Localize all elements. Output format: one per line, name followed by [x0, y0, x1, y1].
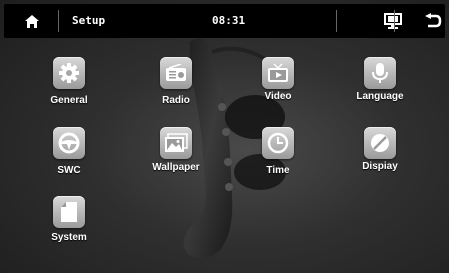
system-tile[interactable]: [53, 196, 85, 228]
back-button[interactable]: [420, 9, 446, 33]
home-button[interactable]: [12, 9, 52, 33]
general-tile[interactable]: [53, 57, 85, 89]
app-video[interactable]: Video: [238, 57, 318, 119]
clock: 08:31: [212, 14, 246, 27]
separator: [336, 10, 337, 32]
home-icon: [25, 14, 39, 28]
time-tile[interactable]: [262, 127, 294, 159]
swc-tile[interactable]: [53, 127, 85, 159]
app-display[interactable]: Dispiay: [340, 127, 420, 189]
app-wallpaper[interactable]: Wallpaper: [136, 127, 216, 189]
separator: [394, 10, 395, 32]
language-tile[interactable]: [364, 57, 396, 89]
screen-icon: [384, 13, 402, 29]
app-label: System: [51, 232, 87, 243]
app-swc[interactable]: SWC: [29, 127, 109, 189]
app-label: Language: [356, 91, 404, 102]
steering-wheel-icon: [58, 132, 80, 154]
app-label: Video: [264, 91, 292, 102]
app-label: Dispiay: [362, 161, 398, 172]
app-system[interactable]: System: [29, 196, 109, 258]
app-label: General: [50, 95, 88, 106]
screen-button[interactable]: [380, 9, 406, 33]
video-tile[interactable]: [262, 57, 294, 89]
app-label: Radio: [162, 95, 190, 106]
document-icon: [61, 202, 77, 222]
wallpaper-tile[interactable]: [160, 127, 192, 159]
clock-icon: [267, 132, 289, 154]
page-title: Setup: [72, 14, 106, 27]
radio-icon: [166, 64, 186, 81]
gear-icon: [59, 63, 79, 83]
display-tile[interactable]: [364, 127, 396, 159]
display-icon: [371, 134, 389, 152]
app-time[interactable]: Time: [238, 127, 318, 189]
app-language[interactable]: Language: [340, 57, 420, 119]
app-general[interactable]: General: [29, 57, 109, 119]
picture-icon: [165, 133, 188, 152]
microphone-icon: [372, 63, 388, 83]
radio-tile[interactable]: [160, 57, 192, 89]
app-label: SWC: [57, 165, 81, 176]
top-bar: Setup 08:31: [4, 4, 445, 38]
back-icon: [425, 13, 442, 28]
app-radio[interactable]: Radio: [136, 57, 216, 119]
app-label: Time: [266, 165, 290, 176]
app-label: Wallpaper: [152, 162, 200, 173]
separator: [58, 10, 59, 32]
tv-icon: [268, 63, 288, 82]
